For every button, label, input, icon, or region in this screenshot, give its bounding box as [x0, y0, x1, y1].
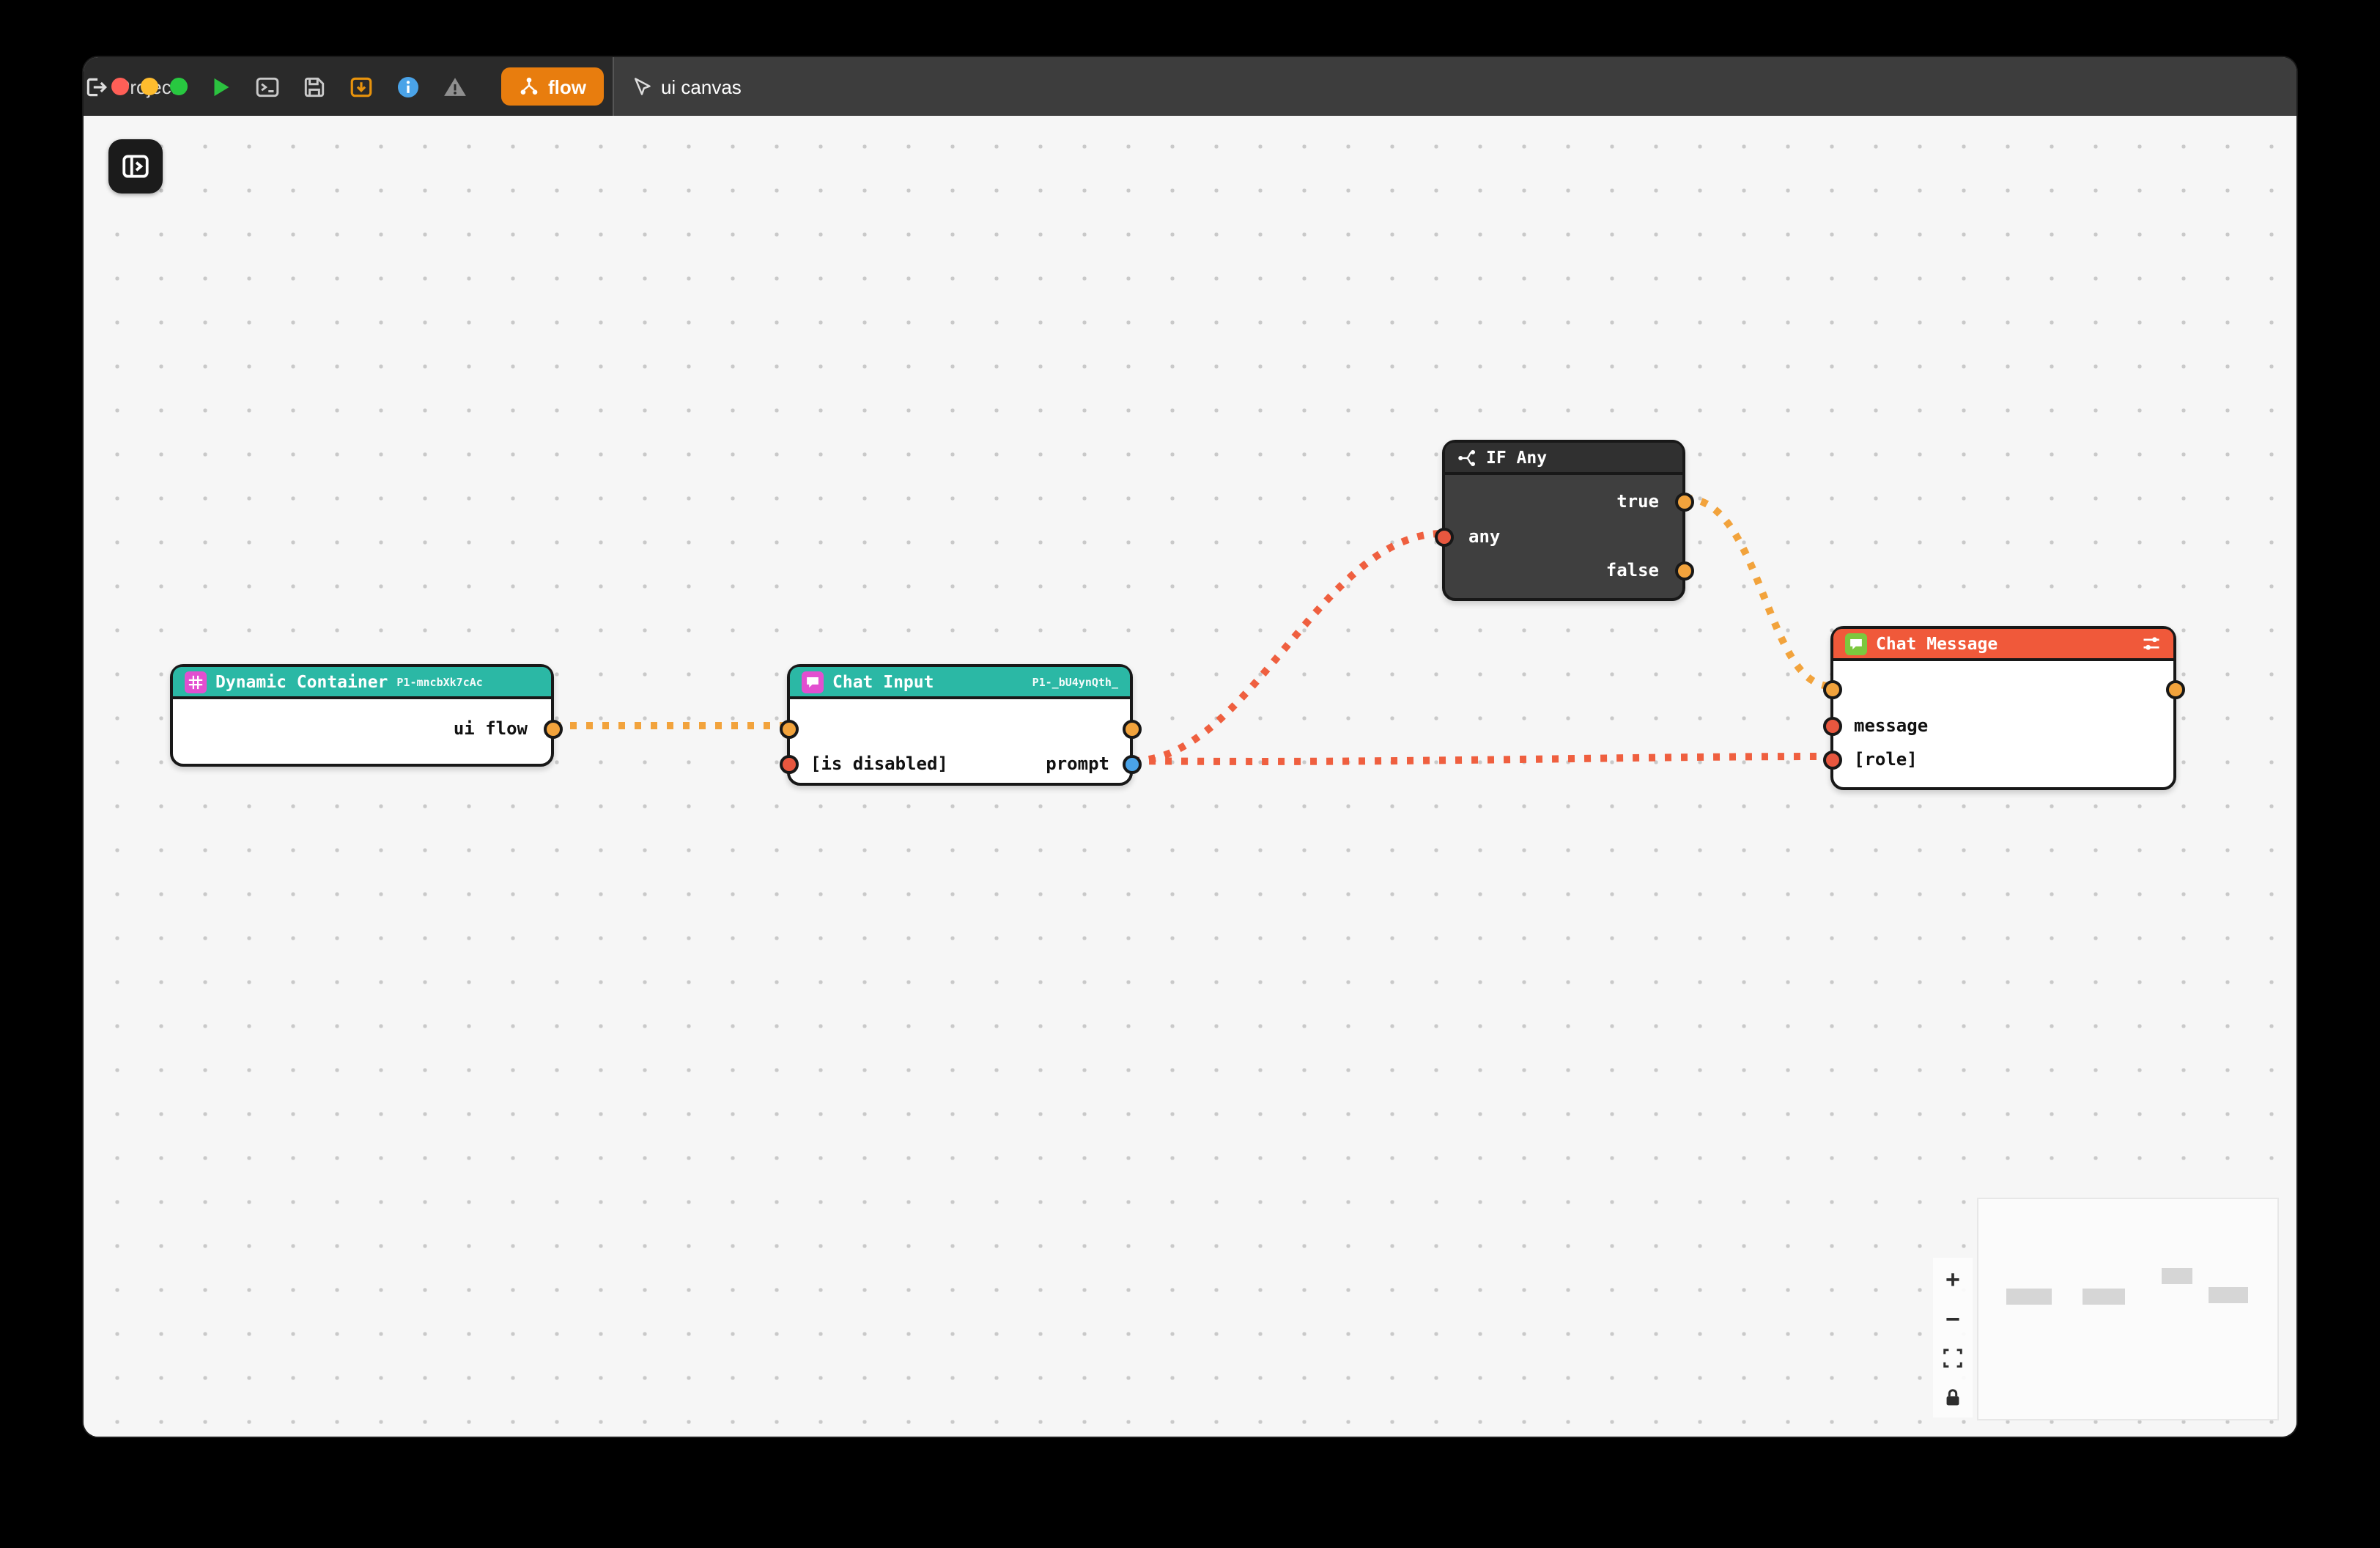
- port-role-input[interactable]: [1822, 750, 1841, 769]
- tab-flow[interactable]: flow: [501, 67, 604, 106]
- node-id: P1-mncbXk7cAc: [396, 675, 482, 688]
- save-icon: [302, 74, 327, 99]
- flow-canvas[interactable]: Dynamic Container P1-mncbXk7cAc ui flow …: [84, 116, 2296, 1437]
- node-dynamic-container[interactable]: Dynamic Container P1-mncbXk7cAc ui flow: [170, 664, 554, 767]
- node-title: IF Any: [1486, 447, 1547, 468]
- port-label-ui-flow: ui flow: [454, 717, 528, 740]
- edge-true-to-chatmessage: [1685, 498, 1830, 686]
- fit-view-icon: [1942, 1346, 1964, 1368]
- minimap-node: [2162, 1268, 2192, 1284]
- edge-prompt-to-ifany: [1133, 534, 1442, 761]
- sidebar-toggle-button[interactable]: [108, 139, 163, 194]
- port-is-disabled-input[interactable]: [779, 754, 798, 773]
- edge-prompt-to-role: [1133, 756, 1830, 762]
- flow-tab-label: flow: [548, 75, 586, 97]
- sliders-icon[interactable]: [2141, 633, 2162, 654]
- ui-canvas-tab-label: ui canvas: [661, 75, 742, 97]
- node-chat-input[interactable]: Chat Input P1-_bU4ynQth_ [is disabled] p…: [787, 664, 1133, 786]
- port-label-prompt: prompt: [1046, 752, 1109, 775]
- port-label-false: false: [1606, 559, 1659, 582]
- minimap-node: [2006, 1289, 2052, 1305]
- terminal-icon: [255, 74, 280, 99]
- info-button[interactable]: [396, 74, 421, 99]
- minimap-node: [2082, 1289, 2125, 1305]
- port-flow-output[interactable]: [2165, 679, 2184, 699]
- traffic-light-zoom[interactable]: [170, 78, 188, 95]
- port-label-role: [role]: [1854, 748, 1918, 771]
- run-flow-button[interactable]: [208, 74, 233, 99]
- lock-button[interactable]: [1937, 1381, 1969, 1413]
- play-icon: [208, 74, 233, 99]
- port-flow-input[interactable]: [779, 719, 798, 738]
- fit-view-button[interactable]: [1937, 1341, 1969, 1374]
- traffic-lights: [111, 57, 188, 116]
- node-chat-message-header[interactable]: Chat Message: [1833, 629, 2173, 661]
- download-icon: [349, 74, 374, 99]
- port-prompt-output[interactable]: [1122, 754, 1141, 773]
- port-flow-output[interactable]: [1122, 719, 1141, 738]
- port-label-any: any: [1468, 525, 1500, 548]
- zoom-in-button[interactable]: +: [1937, 1262, 1969, 1294]
- canvas-controls: + −: [1933, 1258, 1973, 1418]
- projects-icon: [84, 74, 108, 99]
- app-window: Projects: [84, 57, 2296, 1437]
- panel-left-icon: [120, 151, 151, 182]
- grid-icon: [185, 671, 207, 693]
- port-false-output[interactable]: [1674, 561, 1693, 580]
- node-chat-message[interactable]: Chat Message message [role]: [1830, 626, 2176, 790]
- port-ui-flow-output[interactable]: [543, 719, 562, 738]
- node-if-any[interactable]: IF Any true any false: [1442, 440, 1685, 601]
- zoom-out-button[interactable]: −: [1937, 1302, 1969, 1334]
- warnings-button[interactable]: [443, 74, 468, 99]
- message-icon: [1845, 633, 1867, 655]
- canvas-cursor-icon: [632, 76, 652, 97]
- warning-icon: [443, 74, 468, 99]
- port-true-output[interactable]: [1674, 492, 1693, 511]
- node-title: Chat Message: [1876, 633, 1998, 654]
- traffic-light-close[interactable]: [111, 78, 129, 95]
- port-label-message: message: [1854, 714, 1928, 737]
- info-icon: [396, 74, 421, 99]
- traffic-light-minimize[interactable]: [141, 78, 158, 95]
- node-title: Chat Input: [832, 671, 934, 692]
- node-dynamic-container-header[interactable]: Dynamic Container P1-mncbXk7cAc: [173, 667, 551, 699]
- flow-icon: [519, 76, 539, 97]
- node-if-any-header[interactable]: IF Any: [1445, 443, 1682, 475]
- branch-icon: [1457, 447, 1477, 468]
- port-label-is-disabled: [is disabled]: [810, 752, 948, 775]
- minimap-node: [2209, 1287, 2248, 1303]
- port-message-input[interactable]: [1822, 716, 1841, 735]
- port-label-true: true: [1616, 490, 1659, 513]
- save-button[interactable]: [302, 74, 327, 99]
- export-button[interactable]: [349, 74, 374, 99]
- port-flow-input[interactable]: [1822, 679, 1841, 699]
- node-title: Dynamic Container: [215, 671, 388, 692]
- lock-icon: [1942, 1386, 1964, 1408]
- chat-icon: [802, 671, 824, 693]
- terminal-button[interactable]: [255, 74, 280, 99]
- minimap[interactable]: [1978, 1199, 2277, 1419]
- node-id: P1-_bU4ynQth_: [1032, 675, 1118, 688]
- port-any-input[interactable]: [1434, 527, 1453, 546]
- node-chat-input-header[interactable]: Chat Input P1-_bU4ynQth_: [790, 667, 1130, 699]
- screen: Projects: [0, 0, 2380, 1548]
- titlebar: Projects: [84, 57, 2296, 116]
